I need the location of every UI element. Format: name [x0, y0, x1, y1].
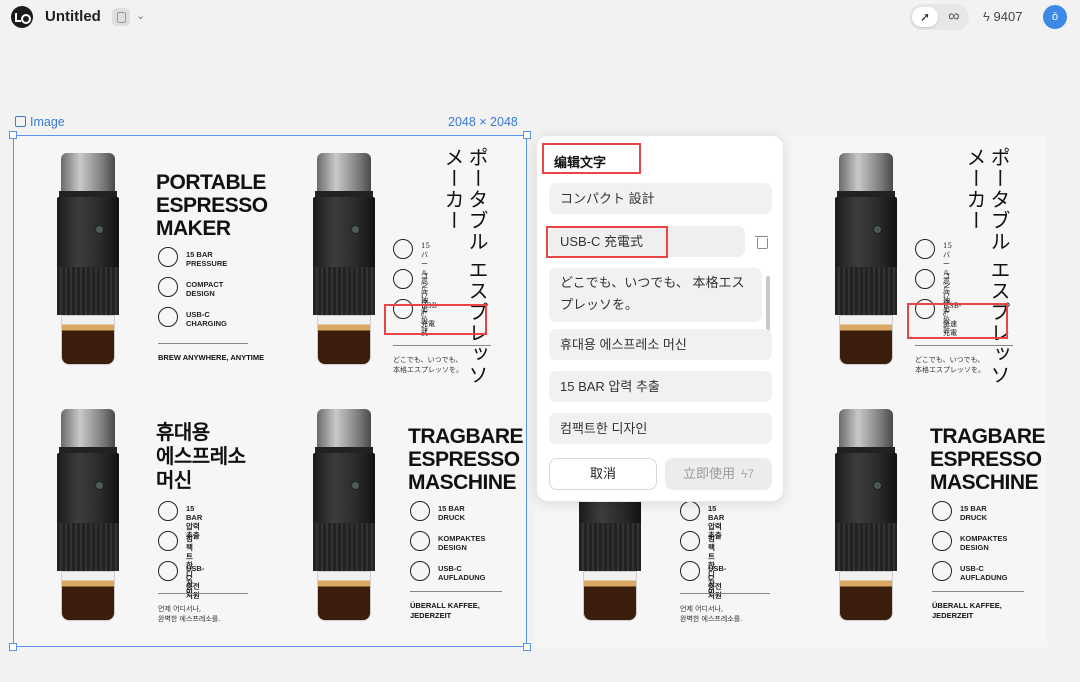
feature-text: 15 BAR DRUCK	[438, 504, 466, 522]
feature-text: USB-C 충전 지원	[708, 564, 727, 600]
espresso-machine-image	[835, 153, 897, 371]
apply-cost: 7	[747, 467, 755, 481]
gauge-icon	[158, 501, 178, 521]
project-icon[interactable]	[112, 8, 130, 26]
resize-handle[interactable]	[9, 643, 17, 651]
feature-text: 15 BAR DRUCK	[960, 504, 988, 522]
espresso-machine-image	[57, 409, 119, 627]
text-field[interactable]: 휴대용 에스프레소 머신	[549, 329, 772, 360]
usb-c-icon	[680, 561, 700, 581]
usb-c-icon	[158, 561, 178, 581]
tagline: BREW ANYWHERE, ANYTIME	[158, 353, 265, 362]
frame-dimensions: 2048 × 2048	[448, 115, 518, 129]
divider	[393, 345, 491, 346]
divider	[680, 593, 770, 594]
bolt-icon: ϟ	[983, 9, 990, 24]
apply-button[interactable]: 立即使用 ϟ7	[665, 458, 772, 490]
source-image[interactable]: PORTABLE ESPRESSO MAKER 15 BAR PRESSURE …	[13, 135, 527, 647]
cup-icon	[158, 277, 178, 297]
gauge-icon	[393, 239, 413, 259]
espresso-machine-image	[835, 409, 897, 627]
feature-text: 15 BAR PRESSURE	[186, 250, 228, 268]
quadrant-korean: 휴대용 에스프레소 머신 15 BAR 압력 추출 컴팩트한 디자인 USB-C…	[13, 391, 269, 647]
text-field[interactable]: 컴팩트한 디자인	[549, 413, 772, 444]
gauge-icon	[915, 239, 935, 259]
apply-label: 立即使用	[682, 466, 735, 481]
credits-counter[interactable]: ϟ 9407	[983, 9, 1022, 24]
quadrant-german: TRAGBARE ESPRESSO MASCHINE 15 BAR DRUCK …	[791, 391, 1047, 647]
panel-title: 编辑文字	[554, 155, 607, 170]
frame-label[interactable]: Image	[15, 115, 65, 129]
resize-handle[interactable]	[523, 643, 531, 651]
quadrant-german: TRAGBARE ESPRESSO MASCHINE 15 BAR DRUCK …	[269, 391, 525, 647]
tagline: 언제 어디서나, 완벽한 에스프레소를.	[680, 605, 743, 623]
quadrant-english: PORTABLE ESPRESSO MAKER 15 BAR PRESSURE …	[13, 135, 269, 391]
feature-text: KOMPAKTES DESIGN	[960, 534, 1008, 552]
divider	[932, 591, 1024, 592]
espresso-machine-image	[313, 409, 375, 627]
usb-c-icon	[932, 561, 952, 581]
trash-icon[interactable]	[755, 234, 769, 249]
tagline: 언제 어디서나, 완벽한 에스프레소를.	[158, 605, 221, 623]
feature-text: USB-C 急速充電	[943, 302, 962, 337]
gauge-icon	[932, 501, 952, 521]
cup-icon	[680, 531, 700, 551]
tagline: どこでも、いつでも、 本格エスプレッソを。	[393, 356, 463, 374]
text-field[interactable]: コンパクト 設計	[549, 183, 772, 214]
poster-title: TRAGBARE ESPRESSO MASCHINE	[930, 425, 1046, 494]
document-title[interactable]: Untitled	[45, 8, 101, 25]
gauge-icon	[680, 501, 700, 521]
feature-text: COMPACT DESIGN	[186, 280, 224, 298]
tagline: ÜBERALL KAFFEE, JEDERZEIT	[932, 601, 1002, 620]
cup-icon	[393, 269, 413, 289]
usb-c-icon	[915, 299, 935, 319]
divider	[158, 343, 248, 344]
avatar[interactable]: ō	[1043, 5, 1067, 29]
espresso-machine-image	[57, 153, 119, 371]
tagline: ÜBERALL KAFFEE, JEDERZEIT	[410, 601, 480, 620]
top-bar: Untitled ⌄ ➚ ∞ ϟ 9407 ō	[0, 0, 1080, 34]
mode-toggle[interactable]: ➚ ∞	[909, 4, 969, 30]
rocket-icon[interactable]: ➚	[912, 7, 938, 27]
espresso-machine-image	[313, 153, 375, 371]
resize-handle[interactable]	[523, 131, 531, 139]
quadrant-japanese: ポータブル エスプレッソ メーカー 15 バール 高圧抽出 コンパクト 設計 U…	[269, 135, 525, 391]
usb-c-icon	[410, 561, 430, 581]
resize-handle[interactable]	[9, 131, 17, 139]
cancel-button[interactable]: 取消	[549, 458, 657, 490]
feature-text: KOMPAKTES DESIGN	[438, 534, 486, 552]
feature-text: USB-C CHARGING	[186, 310, 227, 328]
cup-icon	[158, 531, 178, 551]
usb-c-icon	[393, 299, 413, 319]
text-field[interactable]: 15 BAR 압력 추출	[549, 371, 772, 402]
image-icon	[15, 116, 26, 127]
poster-title: TRAGBARE ESPRESSO MASCHINE	[408, 425, 524, 494]
divider	[158, 593, 248, 594]
feature-text: USB-C AUFLADUNG	[438, 564, 486, 582]
gauge-icon	[410, 501, 430, 521]
cup-icon	[915, 269, 935, 289]
gauge-icon	[158, 247, 178, 267]
feature-text: USB-C AUFLADUNG	[960, 564, 1008, 582]
credits-value: 9407	[993, 9, 1023, 24]
feature-text: USB-C 充電式	[421, 302, 440, 337]
edit-text-panel: 编辑文字 コンパクト 設計 USB-C 充電式 どこでも、いつでも、 本格エスプ…	[536, 135, 784, 502]
infinity-icon[interactable]: ∞	[943, 7, 965, 27]
poster-title: 휴대용 에스프레소 머신	[156, 422, 246, 492]
divider	[410, 591, 502, 592]
text-field[interactable]: どこでも、いつでも、 本格エスプレッソを。	[549, 268, 762, 322]
cup-icon	[410, 531, 430, 551]
tagline: どこでも、いつでも、 本格エスプレッソを。	[915, 356, 985, 374]
usb-c-icon	[158, 307, 178, 327]
chevron-down-icon[interactable]: ⌄	[136, 9, 145, 22]
poster-title: PORTABLE ESPRESSO MAKER	[156, 171, 268, 240]
text-field-active[interactable]: USB-C 充電式	[549, 226, 745, 257]
cup-icon	[932, 531, 952, 551]
app-logo-icon[interactable]	[11, 6, 33, 28]
quadrant-japanese: ポータブル エスプレッソ メーカー 15 バール 高圧抽出 コンパクト 設計 U…	[791, 135, 1047, 391]
feature-text: USB-C 충전 지원	[186, 564, 205, 600]
divider	[915, 345, 1013, 346]
frame-label-text: Image	[30, 115, 65, 129]
